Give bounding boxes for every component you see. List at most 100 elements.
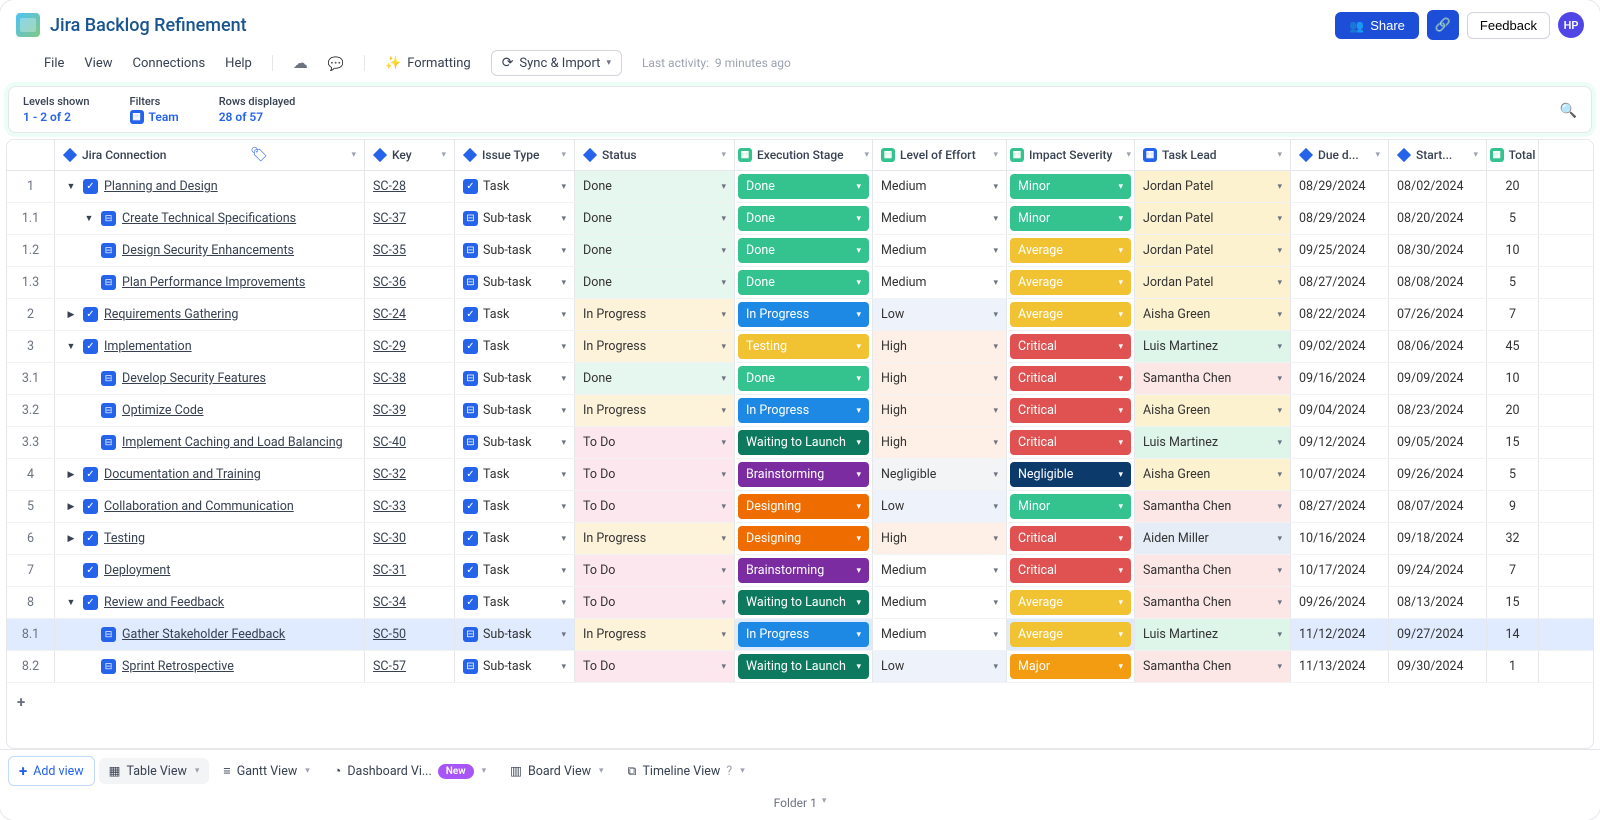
cell-impact[interactable]: Critical▾ xyxy=(1007,523,1135,554)
cell-issue-type[interactable]: ⊟Sub-task▾ xyxy=(455,267,575,298)
cell-key[interactable]: SC-50 xyxy=(365,619,455,650)
cell-key[interactable]: SC-35 xyxy=(365,235,455,266)
cell-impact[interactable]: Average▾ xyxy=(1007,235,1135,266)
cell-effort[interactable]: Low▾ xyxy=(873,491,1007,522)
chat-icon[interactable] xyxy=(328,54,344,72)
cell-start-date[interactable]: 08/23/2024 xyxy=(1389,395,1487,426)
cell-task-lead[interactable]: Luis Martinez▾ xyxy=(1135,619,1291,650)
cell-issue-type[interactable]: ⊟Sub-task▾ xyxy=(455,363,575,394)
issue-title[interactable]: Implement Caching and Load Balancing xyxy=(122,435,343,450)
cell-status[interactable]: Done▾ xyxy=(575,363,735,394)
cell-task-lead[interactable]: Samantha Chen▾ xyxy=(1135,491,1291,522)
issue-title[interactable]: Deployment xyxy=(104,563,170,578)
cell-issue-type[interactable]: ⊟Sub-task▾ xyxy=(455,203,575,234)
cell-due-date[interactable]: 08/22/2024 xyxy=(1291,299,1389,330)
expand-toggle[interactable] xyxy=(83,213,95,224)
cell-issue-type[interactable]: ⊟Sub-task▾ xyxy=(455,395,575,426)
expand-toggle[interactable] xyxy=(65,181,77,192)
cell-status[interactable]: In Progress▾ xyxy=(575,523,735,554)
expand-toggle[interactable] xyxy=(65,341,77,352)
cell-key[interactable]: SC-29 xyxy=(365,331,455,362)
menu-view[interactable]: View xyxy=(84,56,112,71)
tab-board-view[interactable]: ▥Board View▾ xyxy=(500,758,613,784)
cell-effort[interactable]: Medium▾ xyxy=(873,267,1007,298)
cell-task-lead[interactable]: Aisha Green▾ xyxy=(1135,459,1291,490)
cell-impact[interactable]: Critical▾ xyxy=(1007,331,1135,362)
tab-gantt-view[interactable]: ≡Gantt View▾ xyxy=(213,759,319,784)
cell-key[interactable]: SC-39 xyxy=(365,395,455,426)
cell-key[interactable]: SC-57 xyxy=(365,651,455,682)
cell-execution-stage[interactable]: Designing▾ xyxy=(735,491,873,522)
table-row[interactable]: 1.2⊟Design Security EnhancementsSC-35⊟Su… xyxy=(7,235,1593,267)
cell-status[interactable]: Done▾ xyxy=(575,203,735,234)
cell-title[interactable]: ⊟Optimize Code xyxy=(55,395,365,426)
tab-dashboard-view[interactable]: ◔Dashboard Vi...New▾ xyxy=(324,759,496,784)
avatar[interactable]: HP xyxy=(1558,12,1584,38)
cell-impact[interactable]: Critical▾ xyxy=(1007,427,1135,458)
cell-effort[interactable]: High▾ xyxy=(873,395,1007,426)
col-due-date[interactable]: Due d...▾ xyxy=(1291,140,1389,170)
cell-impact[interactable]: Average▾ xyxy=(1007,619,1135,650)
cell-key[interactable]: SC-33 xyxy=(365,491,455,522)
cell-title[interactable]: ⊟Implement Caching and Load Balancing xyxy=(55,427,365,458)
cell-due-date[interactable]: 09/26/2024 xyxy=(1291,587,1389,618)
cell-title[interactable]: ✓Documentation and Training xyxy=(55,459,365,490)
issue-title[interactable]: Planning and Design xyxy=(104,179,218,194)
cell-key[interactable]: SC-34 xyxy=(365,587,455,618)
cell-due-date[interactable]: 08/27/2024 xyxy=(1291,491,1389,522)
issue-title[interactable]: Sprint Retrospective xyxy=(122,659,234,674)
cell-key[interactable]: SC-30 xyxy=(365,523,455,554)
cell-task-lead[interactable]: Jordan Patel▾ xyxy=(1135,267,1291,298)
table-row[interactable]: 6✓TestingSC-30✓Task▾In Progress▾Designin… xyxy=(7,523,1593,555)
cell-impact[interactable]: Average▾ xyxy=(1007,299,1135,330)
cell-effort[interactable]: Medium▾ xyxy=(873,555,1007,586)
cell-task-lead[interactable]: Aisha Green▾ xyxy=(1135,299,1291,330)
table-row[interactable]: 4✓Documentation and TrainingSC-32✓Task▾T… xyxy=(7,459,1593,491)
cell-key[interactable]: SC-38 xyxy=(365,363,455,394)
cell-issue-type[interactable]: ✓Task▾ xyxy=(455,555,575,586)
cell-status[interactable]: Done▾ xyxy=(575,267,735,298)
cell-execution-stage[interactable]: Testing▾ xyxy=(735,331,873,362)
col-key[interactable]: Key▾ xyxy=(365,140,455,170)
cell-start-date[interactable]: 09/27/2024 xyxy=(1389,619,1487,650)
cell-status[interactable]: In Progress▾ xyxy=(575,299,735,330)
cell-effort[interactable]: High▾ xyxy=(873,331,1007,362)
cell-title[interactable]: ⊟Gather Stakeholder Feedback xyxy=(55,619,365,650)
cell-impact[interactable]: Negligible▾ xyxy=(1007,459,1135,490)
cell-key[interactable]: SC-36 xyxy=(365,267,455,298)
expand-toggle[interactable] xyxy=(65,309,77,320)
tab-timeline-view[interactable]: ⧉Timeline View ?▾ xyxy=(618,759,755,784)
cell-execution-stage[interactable]: Designing▾ xyxy=(735,523,873,554)
cell-execution-stage[interactable]: Waiting to Launch▾ xyxy=(735,427,873,458)
cell-due-date[interactable]: 08/29/2024 xyxy=(1291,203,1389,234)
cell-start-date[interactable]: 08/02/2024 xyxy=(1389,171,1487,202)
cell-title[interactable]: ⊟Develop Security Features xyxy=(55,363,365,394)
cell-status[interactable]: Done▾ xyxy=(575,235,735,266)
issue-title[interactable]: Implementation xyxy=(104,339,192,354)
menu-connections[interactable]: Connections xyxy=(133,56,206,71)
cell-start-date[interactable]: 09/24/2024 xyxy=(1389,555,1487,586)
cell-status[interactable]: To Do▾ xyxy=(575,491,735,522)
cell-title[interactable]: ✓Implementation xyxy=(55,331,365,362)
cell-start-date[interactable]: 09/26/2024 xyxy=(1389,459,1487,490)
cell-due-date[interactable]: 09/04/2024 xyxy=(1291,395,1389,426)
cell-start-date[interactable]: 09/05/2024 xyxy=(1389,427,1487,458)
table-row[interactable]: 5✓Collaboration and CommunicationSC-33✓T… xyxy=(7,491,1593,523)
cell-issue-type[interactable]: ✓Task▾ xyxy=(455,459,575,490)
cell-due-date[interactable]: 09/16/2024 xyxy=(1291,363,1389,394)
table-row[interactable]: 7✓DeploymentSC-31✓Task▾To Do▾Brainstormi… xyxy=(7,555,1593,587)
cell-effort[interactable]: Medium▾ xyxy=(873,619,1007,650)
cell-effort[interactable]: Medium▾ xyxy=(873,587,1007,618)
table-row[interactable]: 8✓Review and FeedbackSC-34✓Task▾To Do▾Wa… xyxy=(7,587,1593,619)
cell-impact[interactable]: Average▾ xyxy=(1007,267,1135,298)
col-issue-type[interactable]: Issue Type▾ xyxy=(455,140,575,170)
cell-execution-stage[interactable]: In Progress▾ xyxy=(735,299,873,330)
issue-title[interactable]: Plan Performance Improvements xyxy=(122,275,305,290)
col-status[interactable]: Status▾ xyxy=(575,140,735,170)
cell-task-lead[interactable]: Samantha Chen▾ xyxy=(1135,363,1291,394)
cell-status[interactable]: In Progress▾ xyxy=(575,395,735,426)
cell-start-date[interactable]: 08/20/2024 xyxy=(1389,203,1487,234)
table-row[interactable]: 1.1⊟Create Technical SpecificationsSC-37… xyxy=(7,203,1593,235)
table-row[interactable]: 3.3⊟Implement Caching and Load Balancing… xyxy=(7,427,1593,459)
table-row[interactable]: 3.2⊟Optimize CodeSC-39⊟Sub-task▾In Progr… xyxy=(7,395,1593,427)
